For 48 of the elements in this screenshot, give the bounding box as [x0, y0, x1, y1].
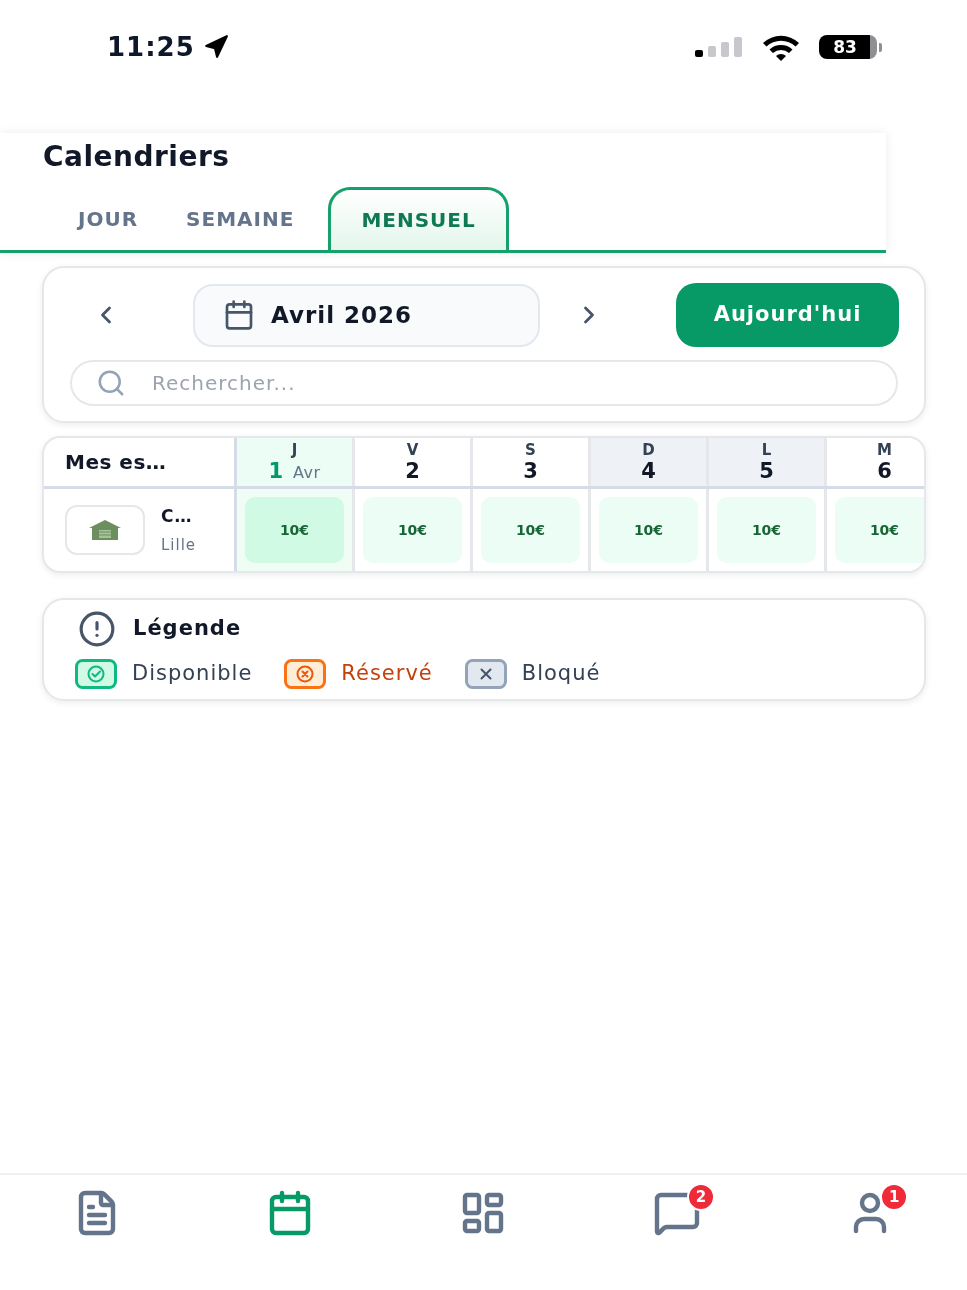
notification-badge: 2: [686, 1183, 715, 1211]
price-cell[interactable]: 10€: [481, 497, 580, 563]
property-name: C…: [161, 506, 194, 526]
location-arrow-icon: [202, 34, 229, 60]
weekday-label: D: [642, 441, 655, 459]
legend-label: Disponible: [132, 659, 253, 687]
weekday-label: S: [525, 441, 536, 459]
weekday-label: M: [877, 441, 892, 459]
day-number: 4: [641, 459, 656, 483]
calendar-icon: [223, 299, 255, 331]
view-tab[interactable]: MENSUEL: [328, 187, 509, 250]
legend-label: Réservé: [341, 659, 433, 687]
page-title: Calendriers: [42, 139, 230, 175]
weekday-label: V: [406, 441, 419, 459]
property-city: Lille: [161, 536, 197, 554]
house-icon: [89, 520, 121, 540]
weekday-label: L: [761, 441, 772, 459]
info-icon: [78, 609, 116, 648]
price-cell[interactable]: 10€: [835, 497, 924, 563]
column-header: Mes es…: [65, 449, 167, 476]
today-button[interactable]: Aujourd'hui: [676, 283, 899, 347]
nav-tab[interactable]: 2: [634, 1181, 719, 1245]
month-picker[interactable]: Avril 2026: [193, 283, 540, 347]
price-cell[interactable]: 10€: [245, 497, 344, 563]
weekday-label: J: [291, 441, 298, 459]
battery-indicator: 83: [819, 35, 877, 59]
status-time: 11:25: [107, 31, 195, 64]
price-cell[interactable]: 10€: [363, 497, 462, 563]
day-number: 3: [523, 459, 538, 483]
notification-badge: 1: [880, 1183, 909, 1211]
price-cell[interactable]: 10€: [599, 497, 698, 563]
day-number: 6: [877, 459, 892, 483]
day-number: 2: [405, 459, 420, 483]
search-field[interactable]: Rechercher...: [70, 360, 898, 406]
view-tab[interactable]: SEMAINE: [166, 187, 315, 250]
nav-tab[interactable]: 1: [828, 1181, 913, 1245]
legend-label: Bloqué: [521, 659, 601, 687]
price-cell[interactable]: 10€: [717, 497, 816, 563]
day-number: 5: [759, 459, 774, 483]
month-label: Avr: [293, 463, 321, 483]
legend-title: Légende: [133, 615, 242, 642]
x-square-icon: [464, 658, 507, 689]
battery-cap: [879, 42, 882, 52]
wifi-icon: [761, 33, 801, 61]
search-icon: [96, 368, 126, 398]
signal-icon: [695, 37, 743, 57]
day-number: 1: [268, 459, 284, 483]
view-tab[interactable]: JOUR: [58, 187, 159, 250]
